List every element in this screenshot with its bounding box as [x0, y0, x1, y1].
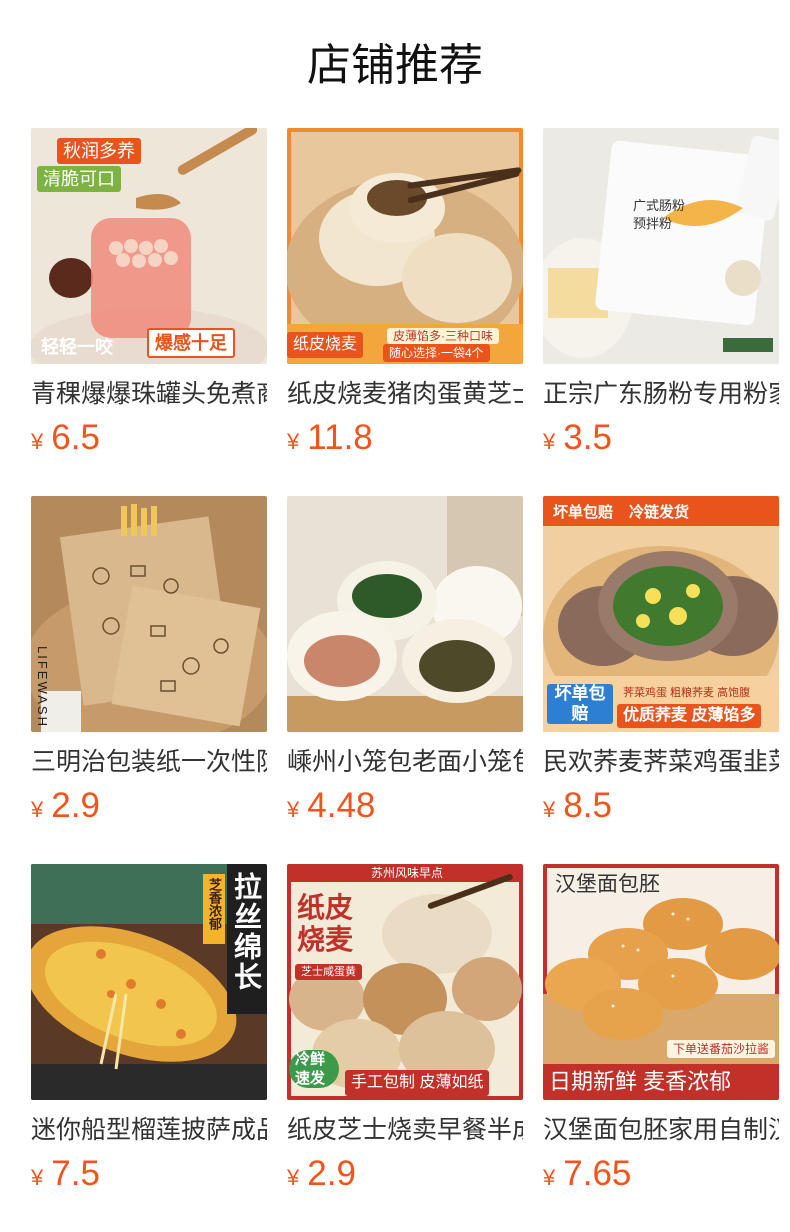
price-value: 3.5: [563, 418, 612, 457]
product-tag: 苏州风味早点: [365, 864, 450, 882]
product-tag: 荠菜鸡蛋 粗粮荞麦 高饱腹: [623, 687, 751, 699]
product-tag: 日期新鲜 麦香浓郁: [543, 1064, 779, 1100]
product-tag: 秋润多养: [57, 138, 141, 164]
product-tag: 轻轻一咬: [41, 337, 113, 357]
product-price: ¥2.9: [287, 1154, 356, 1194]
product-tag: 纸皮烧麦: [297, 892, 354, 955]
product-name[interactable]: 正宗广东肠粉专用粉家用: [543, 377, 779, 411]
product-tag: 坏单包赔: [553, 504, 614, 521]
product-tag: 坏单包赔: [547, 684, 613, 724]
currency-symbol: ¥: [543, 429, 556, 454]
product-image[interactable]: 苏州风味早点 纸皮烧麦 芝士咸蛋黄 冷鲜速发 手工包制 皮薄如纸: [287, 864, 523, 1100]
currency-symbol: ¥: [31, 429, 44, 454]
product-price: ¥8.5: [543, 786, 612, 826]
product-card[interactable]: 秋润多养 清脆可口 轻轻一咬 爆感十足 青稞爆爆珠罐头免煮商用 ¥6.5: [31, 128, 267, 496]
product-image[interactable]: 坏单包赔 冷链发货 坏单包赔 荠菜鸡蛋 粗粮荞麦 高饱腹 优质荞麦 皮薄馅多: [543, 496, 779, 732]
product-name[interactable]: 青稞爆爆珠罐头免煮商用: [31, 377, 267, 411]
product-price: ¥3.5: [543, 418, 612, 458]
product-name[interactable]: 纸皮芝士烧卖早餐半成品: [287, 1113, 523, 1147]
price-value: 11.8: [307, 418, 373, 457]
product-tag: LIFEWASH: [35, 646, 50, 728]
product-tag: 拉丝绵长: [231, 872, 262, 992]
product-tag: 手工包制 皮薄如纸: [345, 1070, 490, 1096]
currency-symbol: ¥: [31, 797, 44, 822]
product-tag: 下单送番茄沙拉酱: [667, 1040, 776, 1058]
page-title: 店铺推荐: [307, 41, 483, 90]
product-tag: 广式肠粉: [633, 198, 686, 213]
price-value: 8.5: [563, 786, 612, 825]
price-value: 2.9: [307, 1154, 356, 1193]
product-name[interactable]: 纸皮烧麦猪肉蛋黄芝士: [287, 377, 523, 411]
product-tag: 清脆可口: [37, 166, 121, 192]
currency-symbol: ¥: [287, 1165, 300, 1190]
product-card[interactable]: 广式肠粉 预拌粉 正宗广东肠粉专用粉家用 ¥3.5: [543, 128, 779, 496]
price-value: 6.5: [51, 418, 100, 457]
price-value: 2.9: [51, 786, 100, 825]
product-tag: 预拌粉: [633, 216, 673, 231]
product-image[interactable]: 秋润多养 清脆可口 轻轻一咬 爆感十足: [31, 128, 267, 364]
product-image[interactable]: [287, 496, 523, 732]
product-name[interactable]: 迷你船型榴莲披萨成品: [31, 1113, 267, 1147]
currency-symbol: ¥: [31, 1165, 44, 1190]
product-tag: 芝香浓郁: [207, 878, 222, 930]
product-image[interactable]: 纸皮烧麦 皮薄馅多·三种口味 随心选择·一袋4个: [287, 128, 523, 364]
product-card[interactable]: 嵊州小笼包老面小笼包 ¥4.48: [287, 496, 523, 864]
product-tag: 冷链发货: [629, 504, 690, 521]
product-tag: 优质荞麦 皮薄馅多: [617, 704, 762, 728]
product-card[interactable]: 纸皮烧麦 皮薄馅多·三种口味 随心选择·一袋4个 纸皮烧麦猪肉蛋黄芝士 ¥11.…: [287, 128, 523, 496]
product-price: ¥6.5: [31, 418, 100, 458]
product-card[interactable]: 苏州风味早点 纸皮烧麦 芝士咸蛋黄 冷鲜速发 手工包制 皮薄如纸 纸皮芝士烧卖早…: [287, 864, 523, 1232]
product-price: ¥4.48: [287, 786, 375, 826]
product-tag: 芝士咸蛋黄: [295, 964, 362, 980]
product-price: ¥7.65: [543, 1154, 631, 1194]
product-image[interactable]: 广式肠粉 预拌粉: [543, 128, 779, 364]
price-value: 4.48: [307, 786, 376, 825]
product-name[interactable]: 嵊州小笼包老面小笼包: [287, 745, 523, 779]
product-price: ¥11.8: [287, 418, 373, 458]
product-image[interactable]: 芝香浓郁 拉丝绵长: [31, 864, 267, 1100]
product-tag: 爆感十足: [147, 328, 235, 358]
currency-symbol: ¥: [287, 429, 300, 454]
product-name[interactable]: 民欢荞麦荠菜鸡蛋韭菜: [543, 745, 779, 779]
product-card[interactable]: 芝香浓郁 拉丝绵长 迷你船型榴莲披萨成品 ¥7.5: [31, 864, 267, 1232]
product-grid: 秋润多养 清脆可口 轻轻一咬 爆感十足 青稞爆爆珠罐头免煮商用 ¥6.5: [31, 128, 779, 1232]
price-value: 7.65: [563, 1154, 632, 1193]
currency-symbol: ¥: [543, 1165, 556, 1190]
product-image[interactable]: 汉堡面包胚 下单送番茄沙拉酱 日期新鲜 麦香浓郁: [543, 864, 779, 1100]
product-tag: 皮薄馅多·三种口味: [387, 328, 499, 344]
product-tag: 汉堡面包胚: [555, 873, 660, 896]
product-card[interactable]: LIFEWASH 三明治包装纸一次性防油 ¥2.9: [31, 496, 267, 864]
product-price: ¥7.5: [31, 1154, 100, 1194]
currency-symbol: ¥: [287, 797, 300, 822]
product-card[interactable]: 坏单包赔 冷链发货 坏单包赔 荠菜鸡蛋 粗粮荞麦 高饱腹 优质荞麦 皮薄馅多 民…: [543, 496, 779, 864]
price-value: 7.5: [51, 1154, 100, 1193]
product-image[interactable]: LIFEWASH: [31, 496, 267, 732]
product-price: ¥2.9: [31, 786, 100, 826]
product-card[interactable]: 汉堡面包胚 下单送番茄沙拉酱 日期新鲜 麦香浓郁 汉堡面包胚家用自制汉堡 ¥7.…: [543, 864, 779, 1232]
currency-symbol: ¥: [543, 797, 556, 822]
product-tag: 纸皮烧麦: [287, 332, 364, 358]
product-tag: 随心选择·一袋4个: [383, 344, 490, 362]
product-name[interactable]: 三明治包装纸一次性防油: [31, 745, 267, 779]
product-tag: 冷鲜速发: [289, 1050, 339, 1088]
product-name[interactable]: 汉堡面包胚家用自制汉堡: [543, 1113, 779, 1147]
